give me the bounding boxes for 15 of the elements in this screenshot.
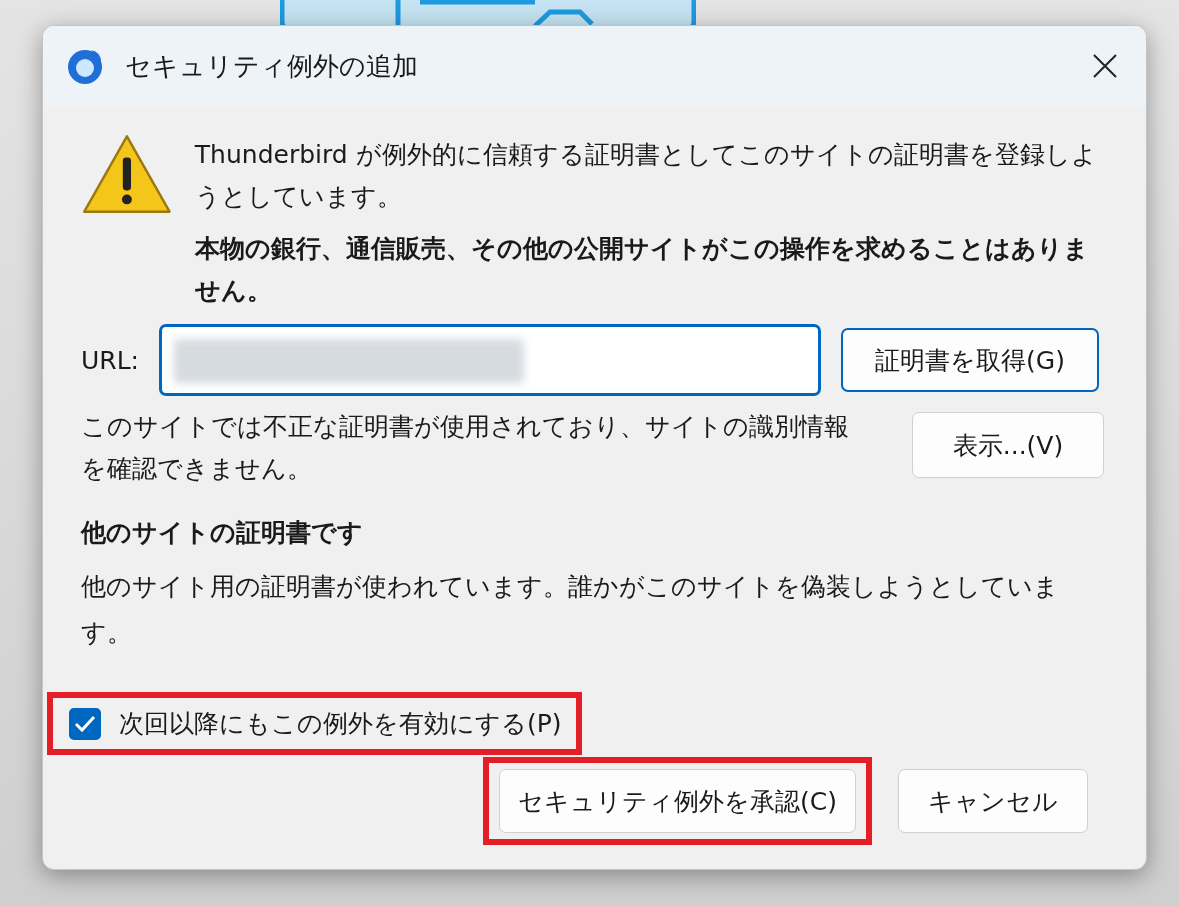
dialog-button[interactable]: セキュリティ例外を承認(C) [499, 769, 856, 833]
view-button[interactable]: 表示...(V) [912, 412, 1104, 478]
get-certificate-button[interactable]: 証明書を取得(G) [841, 328, 1100, 392]
url-field[interactable] [159, 324, 822, 396]
url-label: URL: [81, 345, 140, 375]
status-text: このサイトでは不正な証明書が使用されており、サイトの識別情報を確認できません。 [81, 411, 850, 485]
problem-detail: 他のサイト用の証明書が使われています。誰かがこのサイトを偽装しようとしています。 [81, 571, 1060, 649]
permanent-exception-checkbox[interactable]: 次回以降にもこの例外を有効にする(P) [53, 698, 576, 749]
window-title: セキュリティ例外の追加 [125, 49, 419, 83]
dialog-button[interactable]: キャンセル [898, 769, 1088, 833]
warning-message: Thunderbird が例外的に信頼する証明書としてこのサイトの証明書を登録しようとしています。 [194, 139, 1098, 213]
warning-emphasis: 本物の銀行、通信販売、その他の公開サイトがこの操作を求めることはありません。 [194, 233, 1090, 307]
check-icon [74, 714, 96, 733]
close-icon [1092, 53, 1118, 79]
problem-heading: 他のサイトの証明書です [81, 517, 364, 549]
